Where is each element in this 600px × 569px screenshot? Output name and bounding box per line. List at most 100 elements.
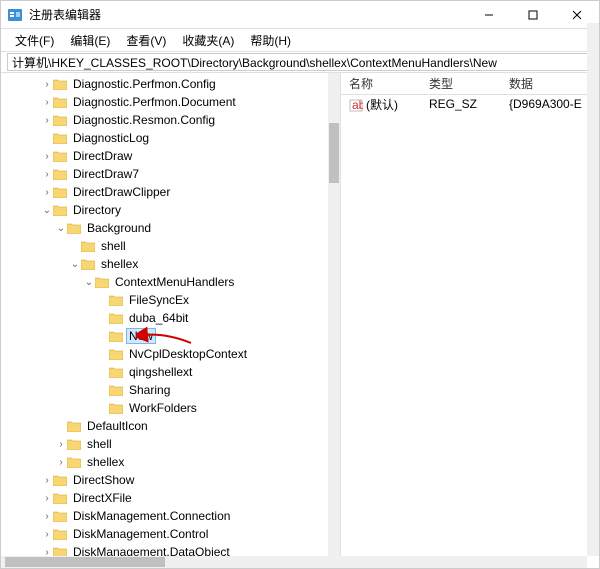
tree-item-label: shell [84,436,115,452]
tree-item[interactable]: › DiskManagement.Connection [1,507,328,525]
tree-item[interactable]: ⌄ shellex [1,255,328,273]
tree-item[interactable]: › shell [1,435,328,453]
folder-icon [53,510,67,522]
tree-item[interactable]: ›DirectShow [1,471,328,489]
tree-item-label: qingshellext [126,364,195,380]
menu-view[interactable]: 查看(V) [118,30,174,51]
folder-icon [109,330,123,342]
tree-item-label: DirectDraw7 [70,166,142,182]
chevron-right-icon[interactable]: › [41,151,53,162]
tree-item[interactable]: ›Diagnostic.Resmon.Config [1,111,328,129]
tree-item[interactable]: NvCplDesktopContext [1,345,328,363]
chevron-down-icon[interactable]: ⌄ [83,277,95,288]
chevron-right-icon[interactable]: › [41,115,53,126]
folder-icon [53,546,67,556]
chevron-right-icon[interactable]: › [55,457,67,468]
folder-icon [109,366,123,378]
tree-item[interactable]: shell [1,237,328,255]
address-input[interactable] [7,53,593,71]
folder-icon [53,492,67,504]
chevron-right-icon[interactable]: › [41,529,53,540]
tree-item[interactable]: ›DirectXFile [1,489,328,507]
tree[interactable]: ›Diagnostic.Perfmon.Config›Diagnostic.Pe… [1,73,328,556]
tree-item-label: Directory [70,202,124,218]
menu-help[interactable]: 帮助(H) [242,30,299,51]
tree-item[interactable]: qingshellext [1,363,328,381]
tree-item-label: NvCplDesktopContext [126,346,250,362]
tree-item-label: shellex [98,256,141,272]
list-hscrollbar[interactable] [1,556,587,568]
tree-item[interactable]: ⌄ Background [1,219,328,237]
tree-item[interactable]: ›DiskManagement.Control [1,525,328,543]
folder-icon [53,528,67,540]
folder-icon [53,114,67,126]
tree-item-label: WorkFolders [126,400,200,416]
maximize-button[interactable] [511,1,555,29]
list-vscrollbar[interactable] [587,23,599,556]
tree-item[interactable]: DiagnosticLog [1,129,328,147]
tree-item-label: DiskManagement.Connection [70,508,233,524]
col-name[interactable]: 名称 [341,75,421,92]
list-pane: 名称 类型 数据 ab(默认)REG_SZ{D969A300-E [341,73,599,568]
menu-favorites[interactable]: 收藏夹(A) [174,30,242,51]
menu-edit[interactable]: 编辑(E) [62,30,118,51]
tree-item-label: Background [84,220,154,236]
tree-item[interactable]: duba_64bit [1,309,328,327]
tree-item-label: shellex [84,454,127,470]
list-row[interactable]: ab(默认)REG_SZ{D969A300-E [341,95,599,113]
tree-item[interactable]: › DirectDraw [1,147,328,165]
tree-item[interactable]: › Diagnostic.Perfmon.Document [1,93,328,111]
folder-icon [67,456,81,468]
tree-item[interactable]: › DirectDrawClipper [1,183,328,201]
tree-item-label: Diagnostic.Perfmon.Document [70,94,239,110]
tree-item[interactable]: DefaultIcon [1,417,328,435]
chevron-right-icon[interactable]: › [41,97,53,108]
address-bar [1,51,599,73]
tree-item[interactable]: Sharing [1,381,328,399]
chevron-right-icon[interactable]: › [41,547,53,557]
chevron-right-icon[interactable]: › [41,511,53,522]
tree-item-label: duba_64bit [126,310,191,326]
minimize-button[interactable] [467,1,511,29]
chevron-right-icon[interactable]: › [41,169,53,180]
col-data[interactable]: 数据 [501,75,599,92]
folder-icon [67,222,81,234]
tree-item[interactable]: › shellex [1,453,328,471]
tree-item[interactable]: WorkFolders [1,399,328,417]
cell-name: ab(默认) [341,96,421,113]
tree-item[interactable]: ⌄ContextMenuHandlers [1,273,328,291]
chevron-right-icon[interactable]: › [41,79,53,90]
folder-icon [53,186,67,198]
tree-item-label: DiagnosticLog [70,130,152,146]
tree-item[interactable]: › DirectDraw7 [1,165,328,183]
col-type[interactable]: 类型 [421,75,501,92]
menu-file[interactable]: 文件(F) [7,30,62,51]
tree-item[interactable]: New [1,327,328,345]
app-icon [7,7,23,23]
tree-item[interactable]: ⌄ Directory [1,201,328,219]
window-controls [467,1,599,29]
chevron-down-icon[interactable]: ⌄ [41,205,53,216]
folder-icon [81,258,95,270]
tree-item[interactable]: ›Diagnostic.Perfmon.Config [1,75,328,93]
chevron-right-icon[interactable]: › [41,475,53,486]
tree-vscrollbar[interactable] [328,73,340,556]
chevron-down-icon[interactable]: ⌄ [69,259,81,270]
folder-icon [109,294,123,306]
tree-item-label: DirectDrawClipper [70,184,173,200]
folder-icon [53,474,67,486]
tree-item-label: Sharing [126,382,173,398]
tree-item-label: DirectDraw [70,148,135,164]
chevron-right-icon[interactable]: › [55,439,67,450]
folder-icon [67,420,81,432]
tree-item[interactable]: FileSyncEx [1,291,328,309]
folder-icon [109,348,123,360]
list-body[interactable]: ab(默认)REG_SZ{D969A300-E [341,95,599,568]
chevron-right-icon[interactable]: › [41,493,53,504]
cell-data: {D969A300-E [501,97,599,111]
tree-item[interactable]: ›DiskManagement.DataObject [1,543,328,556]
chevron-right-icon[interactable]: › [41,187,53,198]
tree-item-label: New [126,328,156,344]
folder-icon [53,96,67,108]
chevron-down-icon[interactable]: ⌄ [55,223,67,234]
